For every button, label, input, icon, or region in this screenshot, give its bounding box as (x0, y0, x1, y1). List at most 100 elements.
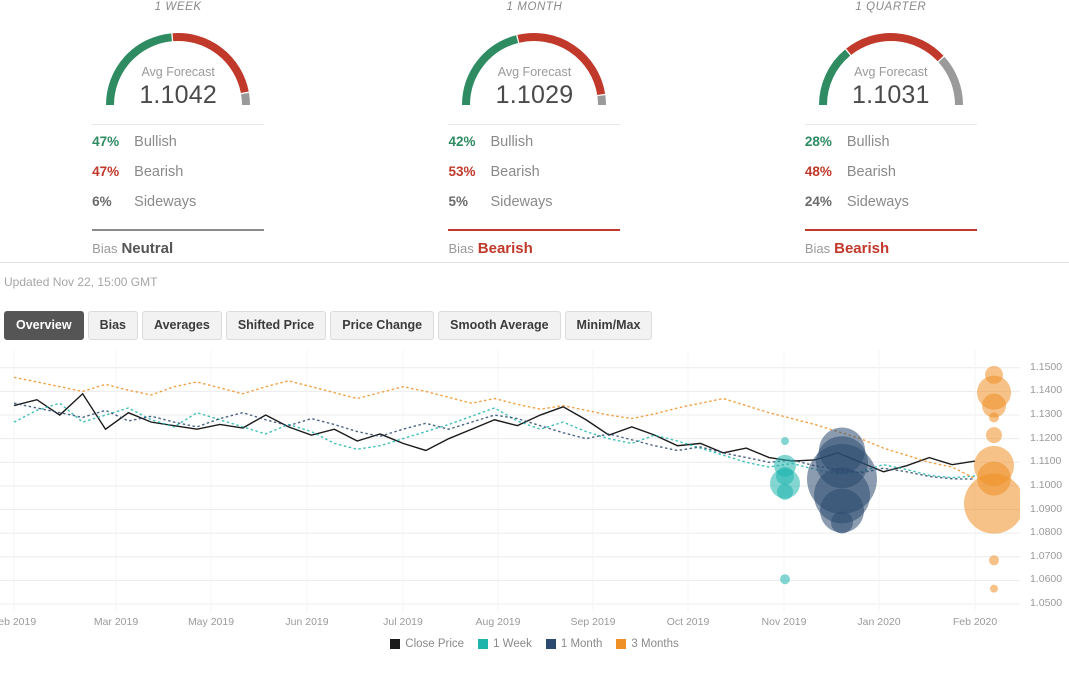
tab-shifted-price[interactable]: Shifted Price (225, 311, 327, 340)
sideways-label: Sideways (846, 194, 909, 210)
x-axis-tick: Nov 2019 (761, 616, 807, 628)
bias-line: Bias Neutral (92, 240, 264, 257)
sideways-percent: 6% (92, 194, 112, 209)
gauge-value: 1.1042 (139, 81, 217, 109)
bearish-percent: 48% (804, 164, 832, 179)
tab-price-change[interactable]: Price Change (330, 311, 435, 340)
x-axis-tick: Feb 2020 (952, 616, 998, 628)
chart-tabs[interactable]: Overview Bias Averages Shifted Price Pri… (0, 289, 1069, 340)
x-axis-tick: Sep 2019 (570, 616, 616, 628)
chart-y-axis: 1.1500 1.1400 1.1300 1.1200 1.1100 1.1000 1.09… (1024, 350, 1069, 612)
x-axis-tick: Jul 2019 (383, 616, 423, 628)
y-axis-tick: 1.0900 (1030, 502, 1063, 515)
bullish-label: Bullish (134, 134, 177, 150)
stats-divider (804, 124, 977, 125)
bearish-percent: 47% (92, 164, 120, 179)
y-axis-tick: 1.1200 (1030, 431, 1063, 444)
panel-title: 1 WEEK (154, 1, 202, 13)
sideways-percent: 24% (804, 194, 832, 209)
gauge-1-week: Avg Forecast 1.1042 (90, 13, 266, 113)
x-axis-tick: Aug 2019 (475, 616, 521, 628)
x-axis-tick: Jun 2019 (285, 616, 329, 628)
y-axis-tick: 1.0800 (1030, 526, 1063, 539)
forecast-chart[interactable]: 1.1500 1.1400 1.1300 1.1200 1.1100 1.1000 1.09… (0, 350, 1069, 650)
chart-legend: Close Price 1 Week 1 Month 3 Months (0, 638, 1069, 650)
gauge-1-month: Avg Forecast 1.1029 (446, 13, 622, 113)
bias-value: Neutral (121, 240, 174, 257)
sideways-percent: 5% (448, 194, 468, 209)
bias-divider (92, 229, 265, 231)
tab-overview[interactable]: Overview (4, 311, 84, 340)
gauge-label: Avg Forecast (141, 65, 215, 79)
bearish-label: Bearish (490, 164, 540, 180)
legend-swatch (616, 639, 627, 649)
sideways-label: Sideways (490, 194, 553, 210)
bullish-label: Bullish (846, 134, 890, 150)
bullish-label: Bullish (490, 134, 534, 150)
legend-item[interactable]: 1 Week (478, 638, 532, 650)
panel-title: 1 MONTH (506, 1, 563, 13)
bias-divider (448, 229, 621, 231)
y-axis-tick: 1.1400 (1030, 384, 1063, 397)
legend-swatch (390, 639, 401, 649)
forecast-panels: 1 WEEK Avg Forecast 1.1042 47% Bullish 4… (0, 0, 1069, 262)
gauge-wrap: Avg Forecast 1.1042 (0, 13, 356, 118)
stat-row-sideways: 6% Sideways (92, 194, 264, 224)
x-axis-tick: Jan 2020 (857, 616, 901, 628)
gauge-value: 1.1031 (851, 81, 930, 109)
stats-divider (92, 124, 265, 125)
stat-row-bearish: 47% Bearish (92, 164, 264, 194)
legend-item[interactable]: 3 Months (616, 638, 679, 650)
bias-line: Bias Bearish (448, 240, 620, 257)
stat-row-bullish: 47% Bullish (92, 134, 264, 164)
tab-bias[interactable]: Bias (87, 311, 138, 340)
bullish-percent: 47% (92, 134, 120, 149)
stats-divider (448, 124, 621, 125)
bias-value: Bearish (477, 240, 533, 257)
bias-value: Bearish (834, 240, 890, 257)
legend-label: 3 Months (631, 638, 679, 650)
legend-item[interactable]: Close Price (390, 638, 464, 650)
sentiment-stats: 47% Bullish 47% Bearish 6% Sideways Bias… (92, 118, 265, 257)
y-axis-tick: 1.0500 (1030, 597, 1063, 609)
stat-row-sideways: 24% Sideways (805, 194, 977, 224)
x-axis-tick: May 2019 (187, 616, 235, 628)
y-axis-tick: 1.1300 (1030, 408, 1063, 421)
sideways-label: Sideways (134, 194, 197, 210)
forecast-panel-1-quarter: 1 QUARTER Avg Forecast 1.1031 28% Bullis… (713, 0, 1069, 262)
bias-label: Bias (804, 241, 831, 256)
bearish-label: Bearish (846, 164, 896, 180)
gauge-label: Avg Forecast (497, 65, 572, 79)
chart-bubble-layer (770, 365, 1020, 593)
gauge-wrap: Avg Forecast 1.1031 (713, 13, 1069, 118)
legend-label: Close Price (405, 638, 465, 650)
updated-timestamp: Updated Nov 22, 15:00 GMT (4, 275, 158, 289)
stat-row-bullish: 28% Bullish (805, 134, 977, 164)
x-axis-tick: Mar 2019 (93, 616, 139, 628)
sentiment-stats: 28% Bullish 48% Bearish 24% Sideways Bia… (804, 118, 977, 257)
tab-smooth-average[interactable]: Smooth Average (438, 311, 561, 340)
x-axis-tick: Oct 2019 (666, 616, 710, 628)
x-axis-tick: Feb 2019 (0, 616, 37, 628)
forecast-panel-1-week: 1 WEEK Avg Forecast 1.1042 47% Bullish 4… (0, 0, 356, 262)
legend-swatch (478, 639, 489, 649)
bias-line: Bias Bearish (805, 240, 977, 257)
bullish-percent: 42% (448, 134, 476, 149)
bias-divider (804, 229, 977, 231)
forecast-panel-1-month: 1 MONTH Avg Forecast 1.1029 42% Bullish … (356, 0, 712, 262)
y-axis-tick: 1.0700 (1030, 549, 1063, 562)
chart-plot-svg[interactable] (0, 350, 1020, 612)
tab-averages[interactable]: Averages (142, 311, 222, 340)
sentiment-stats: 42% Bullish 53% Bearish 5% Sideways Bias… (448, 118, 621, 257)
legend-item[interactable]: 1 Month (545, 638, 602, 650)
panel-title: 1 QUARTER (855, 1, 927, 13)
y-axis-tick: 1.1100 (1030, 455, 1062, 468)
legend-swatch (545, 639, 556, 649)
gauge-label: Avg Forecast (854, 65, 928, 79)
legend-label: 1 Week (493, 638, 532, 650)
gauge-1-quarter: Avg Forecast 1.1031 (803, 13, 979, 113)
gauge-wrap: Avg Forecast 1.1029 (356, 13, 712, 118)
bias-label: Bias (448, 241, 474, 256)
tab-minim-max[interactable]: Minim/Max (564, 311, 653, 340)
stat-row-bearish: 53% Bearish (448, 164, 620, 194)
